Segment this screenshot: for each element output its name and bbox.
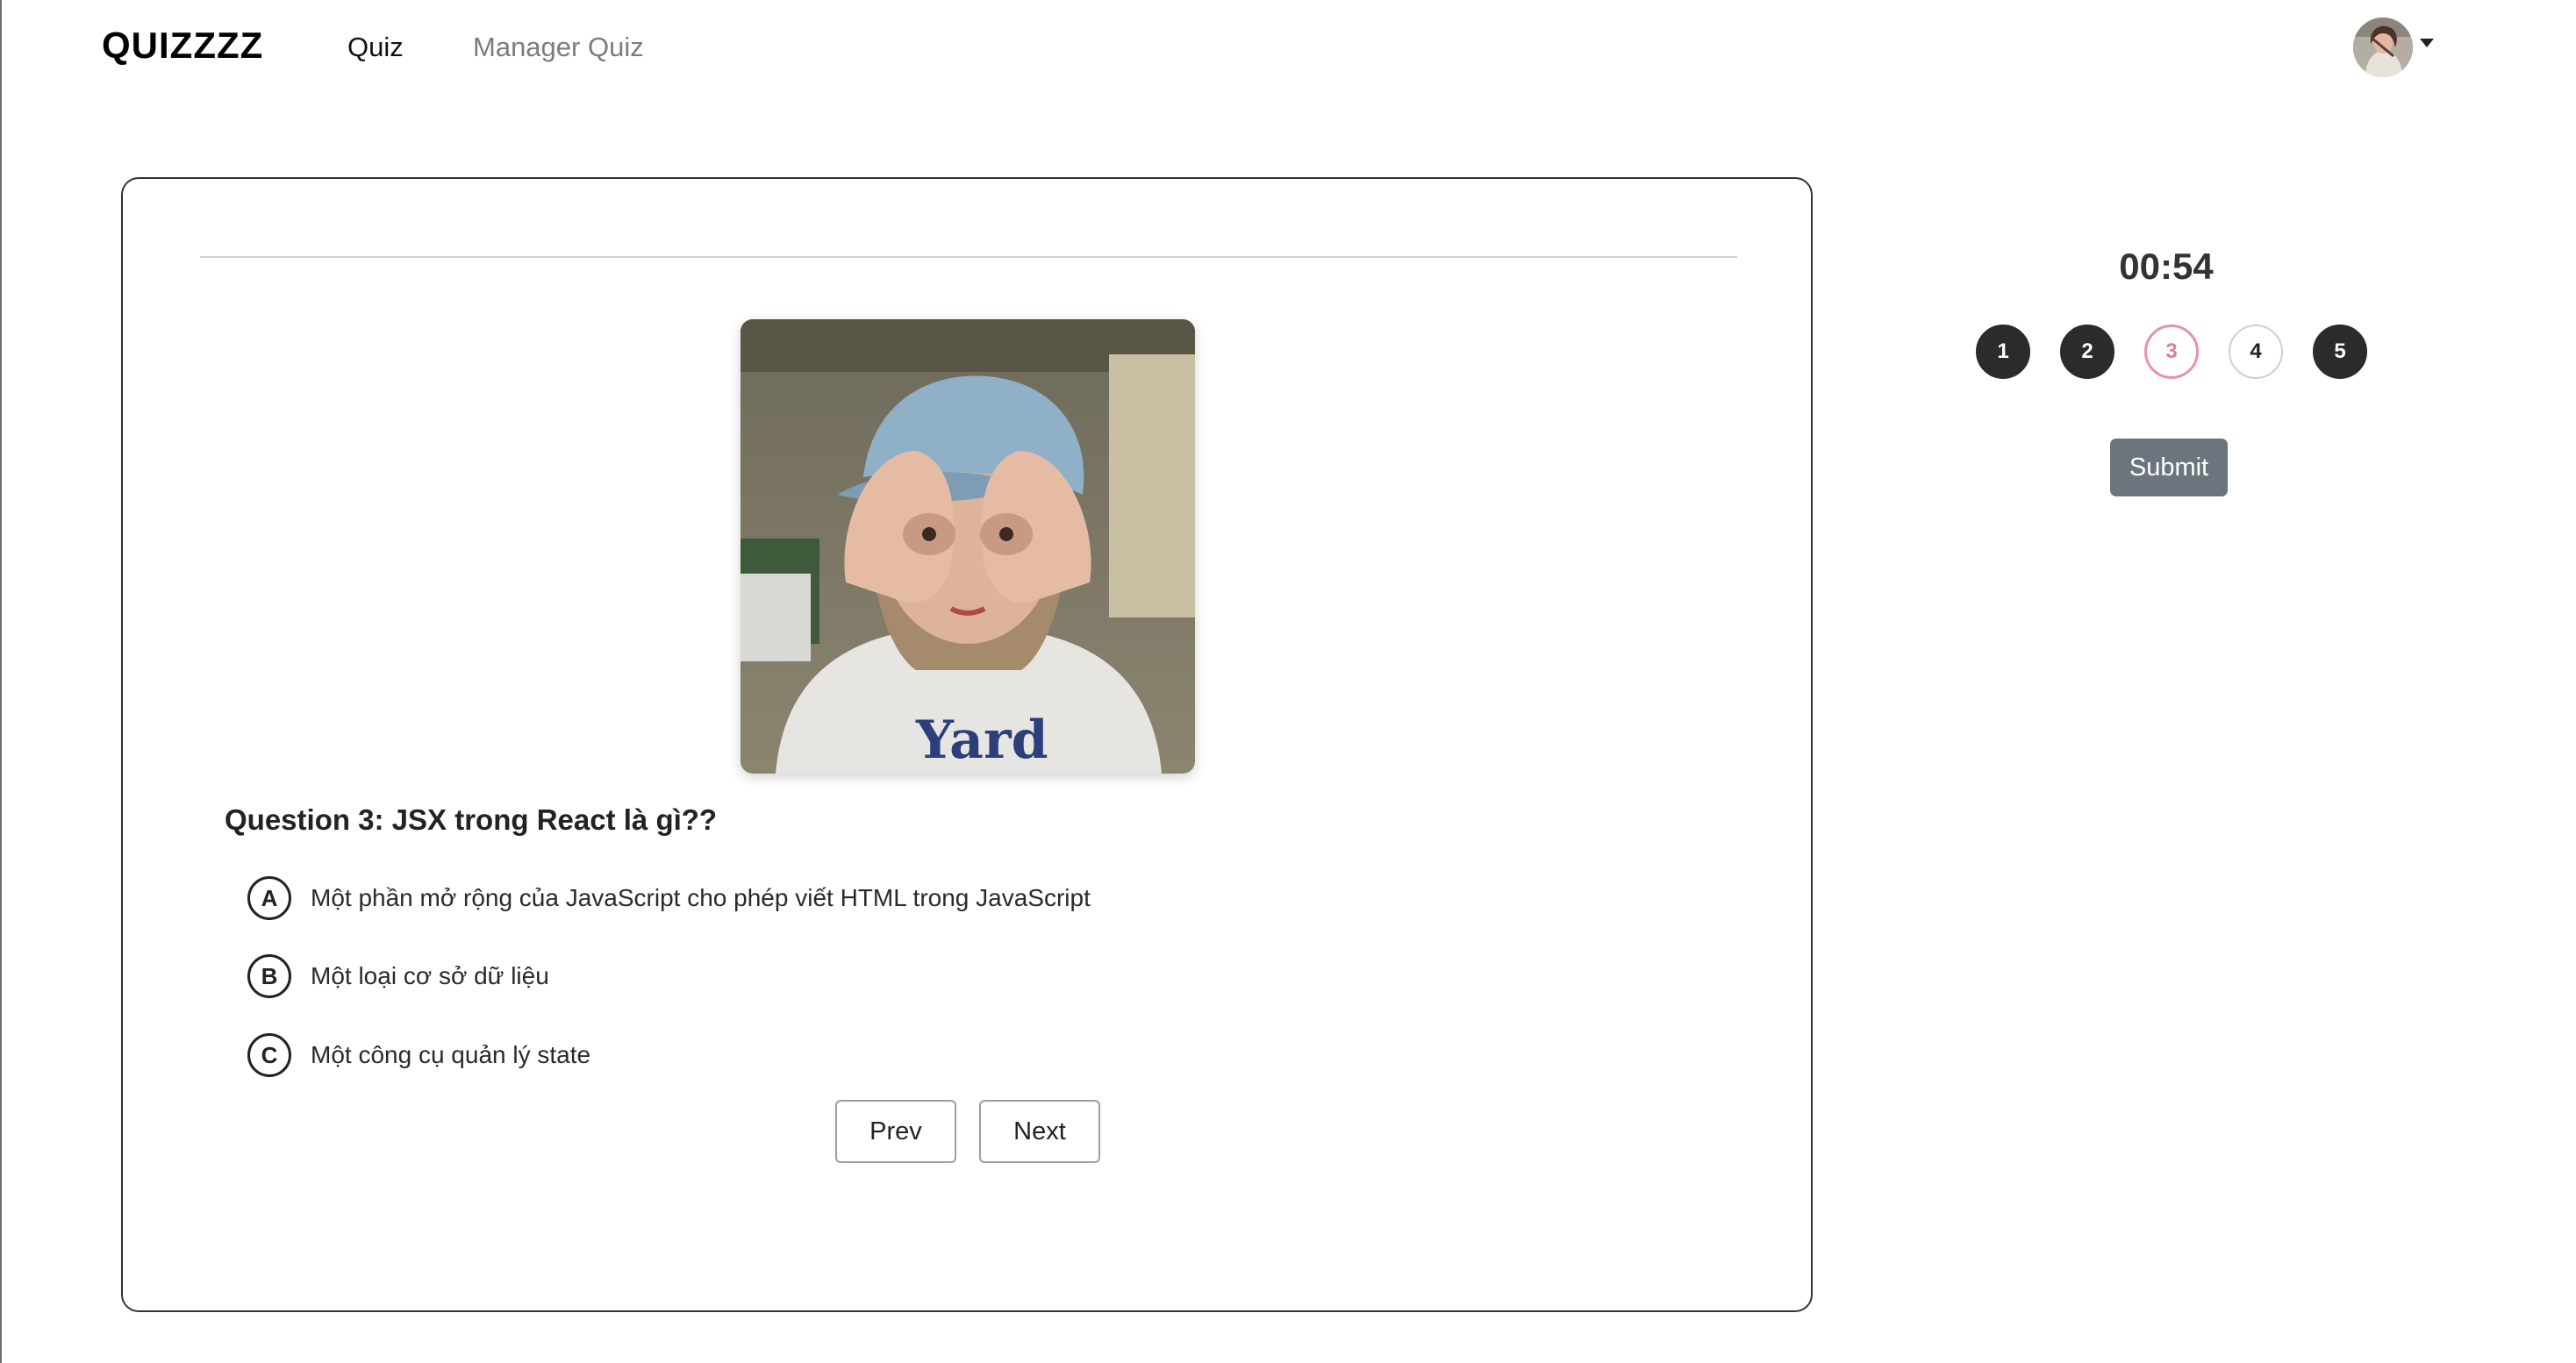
answer-letter-badge: C xyxy=(247,1033,291,1077)
question-nav-3[interactable]: 3 xyxy=(2144,325,2199,379)
answer-option-a[interactable]: A Một phần mở rộng của JavaScript cho ph… xyxy=(247,874,1091,923)
question-photo: Yard xyxy=(741,319,1195,774)
question-title: Question 3: JSX trong React là gì?? xyxy=(225,803,718,836)
countdown-timer: 00:54 xyxy=(2119,246,2214,287)
question-image: Yard xyxy=(741,319,1195,774)
prev-button[interactable]: Prev xyxy=(835,1100,956,1163)
next-button[interactable]: Next xyxy=(979,1100,1100,1163)
avatar-photo-icon xyxy=(2353,18,2413,77)
question-nav-1[interactable]: 1 xyxy=(1976,325,2030,379)
answer-option-c[interactable]: C Một công cụ quản lý state xyxy=(247,1031,590,1080)
question-nav-2[interactable]: 2 xyxy=(2060,325,2114,379)
answer-letter-badge: B xyxy=(247,954,291,998)
nav-link-quiz[interactable]: Quiz xyxy=(347,32,404,63)
nav-link-manager-quiz[interactable]: Manager Quiz xyxy=(473,32,644,63)
quiz-page: QUIZZZZ Quiz Manager Quiz Yard Question … xyxy=(0,0,2576,1363)
brand-logo[interactable]: QUIZZZZ xyxy=(102,25,263,67)
question-nav-4[interactable]: 4 xyxy=(2229,325,2283,379)
caret-down-icon[interactable] xyxy=(2420,39,2434,47)
answer-option-b[interactable]: B Một loại cơ sở dữ liệu xyxy=(247,952,549,1001)
submit-button[interactable]: Submit xyxy=(2110,439,2228,496)
answer-text: Một loại cơ sở dữ liệu xyxy=(311,962,549,989)
user-avatar[interactable] xyxy=(2353,18,2413,77)
answer-text: Một công cụ quản lý state xyxy=(311,1041,591,1068)
answer-letter-badge: A xyxy=(247,876,291,920)
answer-text: Một phần mở rộng của JavaScript cho phép… xyxy=(311,884,1091,911)
question-nav-5[interactable]: 5 xyxy=(2313,325,2367,379)
quiz-card: Yard Question 3: JSX trong React là gì?? xyxy=(121,177,1813,1312)
card-divider xyxy=(200,256,1737,258)
svg-text:Yard: Yard xyxy=(915,710,1048,771)
